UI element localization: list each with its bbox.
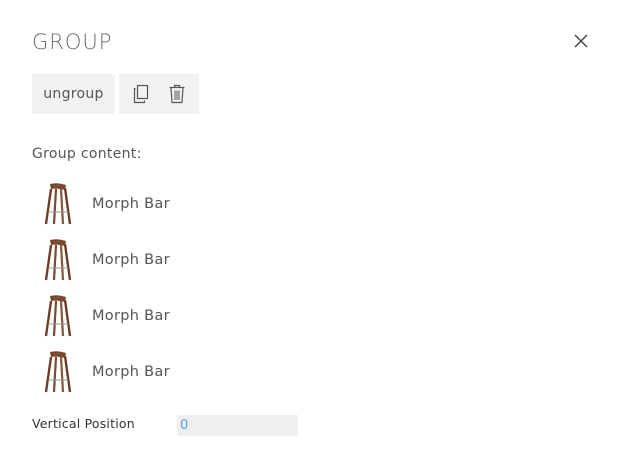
delete-button[interactable]: [162, 79, 192, 109]
duplicate-icon: [133, 84, 149, 104]
icon-button-group: [119, 74, 199, 114]
group-item-label: Morph Bar: [92, 196, 170, 212]
group-item-label: Morph Bar: [92, 308, 170, 324]
duplicate-button[interactable]: [126, 79, 156, 109]
ungroup-label: ungroup: [43, 86, 104, 102]
trash-icon: [169, 84, 185, 104]
bar-stool-thumbnail: [40, 181, 76, 227]
group-content-label: Group content:: [32, 146, 142, 162]
group-toolbar: ungroup: [32, 74, 199, 114]
vertical-position-label: Vertical Position: [32, 416, 135, 431]
group-item-label: Morph Bar: [92, 252, 170, 268]
bar-stool-thumbnail: [40, 237, 76, 283]
vertical-position-input[interactable]: [177, 415, 298, 436]
group-item-label: Morph Bar: [92, 364, 170, 380]
group-item[interactable]: Morph Bar: [40, 232, 340, 288]
group-item[interactable]: Morph Bar: [40, 176, 340, 232]
panel-title: GROUP: [32, 30, 113, 54]
group-content-list: Morph Bar Morph Bar Morph Bar Morph Bar: [40, 176, 340, 400]
close-button[interactable]: [570, 30, 592, 52]
ungroup-button[interactable]: ungroup: [32, 74, 115, 114]
group-item[interactable]: Morph Bar: [40, 288, 340, 344]
close-icon: [574, 34, 588, 48]
bar-stool-thumbnail: [40, 293, 76, 339]
bar-stool-thumbnail: [40, 349, 76, 395]
group-item[interactable]: Morph Bar: [40, 344, 340, 400]
